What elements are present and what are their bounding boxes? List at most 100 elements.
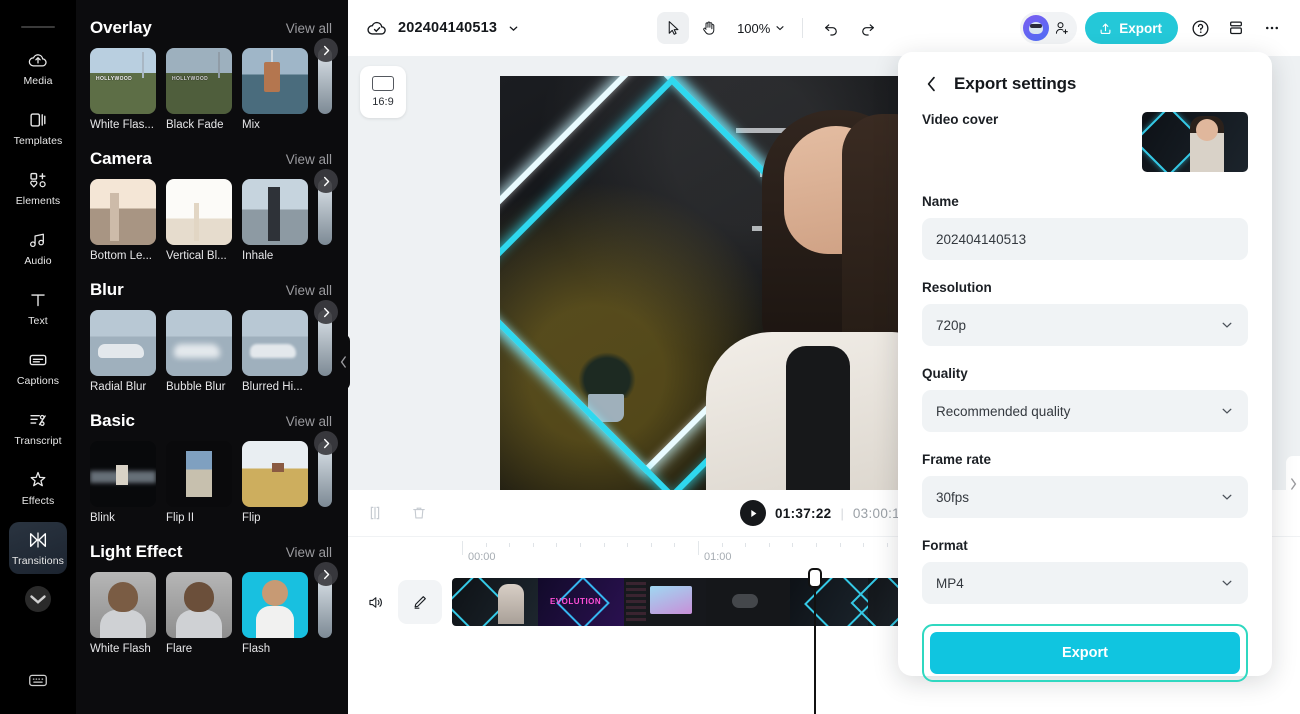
resolution-value: 720p bbox=[936, 317, 967, 333]
edit-clip-button[interactable] bbox=[398, 580, 442, 624]
scroll-next-button[interactable] bbox=[314, 431, 338, 455]
rail-item-text[interactable]: Text bbox=[9, 282, 67, 334]
project-name[interactable]: 202404140513 bbox=[398, 20, 497, 36]
rail-item-media[interactable]: Media bbox=[9, 42, 67, 94]
volume-button[interactable] bbox=[362, 589, 388, 615]
playhead[interactable] bbox=[808, 568, 822, 714]
scroll-next-button[interactable] bbox=[314, 169, 338, 193]
transition-thumbnail[interactable]: Blurred Hi... bbox=[242, 310, 308, 393]
clip-frame bbox=[706, 578, 790, 626]
export-button-toolbar[interactable]: Export bbox=[1085, 12, 1178, 44]
transition-thumbnail[interactable]: Flip II bbox=[166, 441, 232, 524]
transition-thumbnail[interactable]: Bubble Blur bbox=[166, 310, 232, 393]
redo-icon bbox=[861, 23, 874, 36]
chevron-down-icon bbox=[776, 26, 784, 31]
section-title: Camera bbox=[90, 149, 152, 168]
undo-button[interactable] bbox=[815, 12, 847, 44]
aspect-ratio-button[interactable]: 16:9 bbox=[360, 66, 406, 118]
transition-thumbnail[interactable]: White Flas... bbox=[90, 48, 156, 131]
chevron-down-icon bbox=[1222, 408, 1232, 414]
export-cta-highlight: Export bbox=[922, 624, 1248, 682]
hand-tool-button[interactable] bbox=[693, 12, 725, 44]
transition-thumbnail[interactable]: Vertical Bl... bbox=[166, 179, 232, 262]
transition-section: Camera View all Bottom Le... Vertical Bl...… bbox=[90, 149, 348, 262]
rail-item-captions[interactable]: Captions bbox=[9, 342, 67, 394]
format-label: Format bbox=[922, 538, 968, 553]
view-all-link[interactable]: View all bbox=[286, 152, 332, 167]
view-all-link[interactable]: View all bbox=[286, 21, 332, 36]
total-time: 03:00:1 bbox=[852, 505, 900, 521]
video-preview[interactable] bbox=[500, 76, 900, 490]
transcript-icon bbox=[27, 409, 49, 431]
keyboard-shortcuts-button[interactable] bbox=[27, 669, 49, 696]
rail-item-elements[interactable]: Elements bbox=[9, 162, 67, 214]
ruler-tick bbox=[745, 543, 747, 547]
transition-thumbnail[interactable]: Black Fade bbox=[166, 48, 232, 131]
split-button[interactable] bbox=[362, 500, 388, 526]
transition-thumbnail[interactable]: White Flash bbox=[90, 572, 156, 655]
transition-name: Inhale bbox=[242, 250, 274, 262]
video-cover-thumbnail[interactable] bbox=[1142, 112, 1248, 172]
view-all-link[interactable]: View all bbox=[286, 414, 332, 429]
format-select[interactable]: MP4 bbox=[922, 562, 1248, 604]
scroll-next-button[interactable] bbox=[314, 300, 338, 324]
transition-name: Flash bbox=[242, 643, 271, 655]
avatar[interactable] bbox=[1023, 15, 1050, 41]
playhead-knob[interactable] bbox=[808, 568, 822, 588]
templates-icon bbox=[27, 109, 49, 131]
format-value: MP4 bbox=[936, 575, 964, 591]
zoom-level-control[interactable]: 100% bbox=[729, 21, 790, 36]
frame-rate-select[interactable]: 30fps bbox=[922, 476, 1248, 518]
select-tool-button[interactable] bbox=[657, 12, 690, 44]
transition-thumbnail[interactable]: Flash bbox=[242, 572, 308, 655]
chevron-down-icon[interactable] bbox=[507, 22, 520, 35]
panel-collapse-handle[interactable] bbox=[337, 334, 350, 390]
chevron-right-icon bbox=[323, 569, 329, 579]
scroll-next-button[interactable] bbox=[314, 38, 338, 62]
export-confirm-button[interactable]: Export bbox=[930, 632, 1240, 674]
collaborators-group[interactable] bbox=[1020, 12, 1078, 44]
resolution-label: Resolution bbox=[922, 280, 992, 295]
video-clip[interactable] bbox=[452, 578, 942, 626]
transition-thumbnail[interactable]: Blink bbox=[90, 441, 156, 524]
name-input[interactable]: 202404140513 bbox=[922, 218, 1248, 260]
transition-thumbnail[interactable]: Bottom Le... bbox=[90, 179, 156, 262]
rail-divider bbox=[21, 26, 55, 28]
more-options-button[interactable] bbox=[1258, 14, 1286, 42]
rail-item-transitions[interactable]: Transitions bbox=[9, 522, 67, 574]
add-user-icon[interactable] bbox=[1053, 19, 1071, 37]
transition-preview-image bbox=[166, 48, 232, 114]
view-all-link[interactable]: View all bbox=[286, 283, 332, 298]
rail-item-effects[interactable]: Effects bbox=[9, 462, 67, 514]
rail-item-templates[interactable]: Templates bbox=[9, 102, 67, 154]
layout-button[interactable] bbox=[1222, 14, 1250, 42]
view-all-link[interactable]: View all bbox=[286, 545, 332, 560]
redo-button[interactable] bbox=[851, 12, 883, 44]
chevron-down-icon bbox=[30, 595, 46, 604]
transition-preview-image bbox=[166, 441, 232, 507]
rail-expand-button[interactable] bbox=[25, 586, 51, 612]
transition-preview-image bbox=[166, 310, 232, 376]
quality-select[interactable]: Recommended quality bbox=[922, 390, 1248, 432]
resolution-select[interactable]: 720p bbox=[922, 304, 1248, 346]
ruler-tick bbox=[532, 543, 534, 547]
transition-thumbnail[interactable]: Radial Blur bbox=[90, 310, 156, 393]
delete-button[interactable] bbox=[406, 500, 432, 526]
question-circle-icon bbox=[1191, 19, 1209, 37]
help-button[interactable] bbox=[1186, 14, 1214, 42]
transition-thumbnail[interactable]: Inhale bbox=[242, 179, 308, 262]
rail-item-transcript[interactable]: Transcript bbox=[9, 402, 67, 454]
rail-item-audio[interactable]: Audio bbox=[9, 222, 67, 274]
transition-thumbnail[interactable]: Flare bbox=[166, 572, 232, 655]
scroll-next-button[interactable] bbox=[314, 562, 338, 586]
undo-icon bbox=[824, 23, 837, 36]
transition-thumbnail[interactable]: Mix bbox=[242, 48, 308, 131]
play-button[interactable] bbox=[740, 500, 766, 526]
transition-name: Blink bbox=[90, 512, 115, 524]
back-button[interactable] bbox=[922, 75, 940, 93]
video-editor-app: Media Templates Elements Audio Text Captions T… bbox=[0, 0, 1300, 714]
section-title: Basic bbox=[90, 411, 135, 430]
quality-value: Recommended quality bbox=[936, 403, 1071, 419]
ruler-tick bbox=[556, 543, 558, 547]
transition-thumbnail[interactable]: Flip bbox=[242, 441, 308, 524]
